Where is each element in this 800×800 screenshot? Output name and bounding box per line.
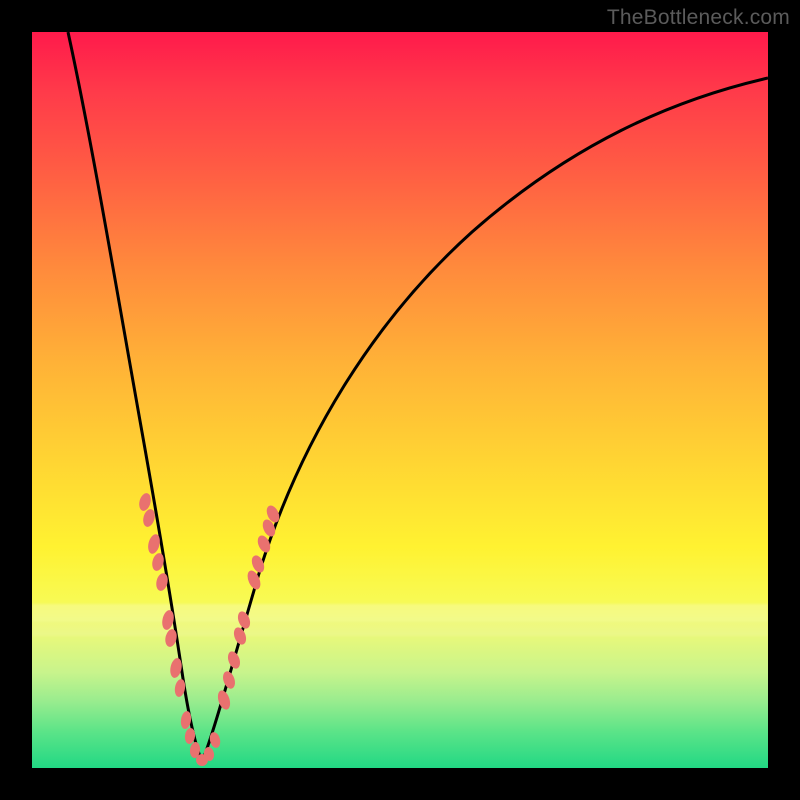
bottleneck-curve-left — [68, 32, 202, 762]
chart-frame: TheBottleneck.com — [0, 0, 800, 800]
bottleneck-curve-right — [202, 78, 768, 762]
curve-layer — [32, 32, 768, 768]
watermark-text: TheBottleneck.com — [607, 6, 790, 30]
plot-area — [32, 32, 768, 768]
